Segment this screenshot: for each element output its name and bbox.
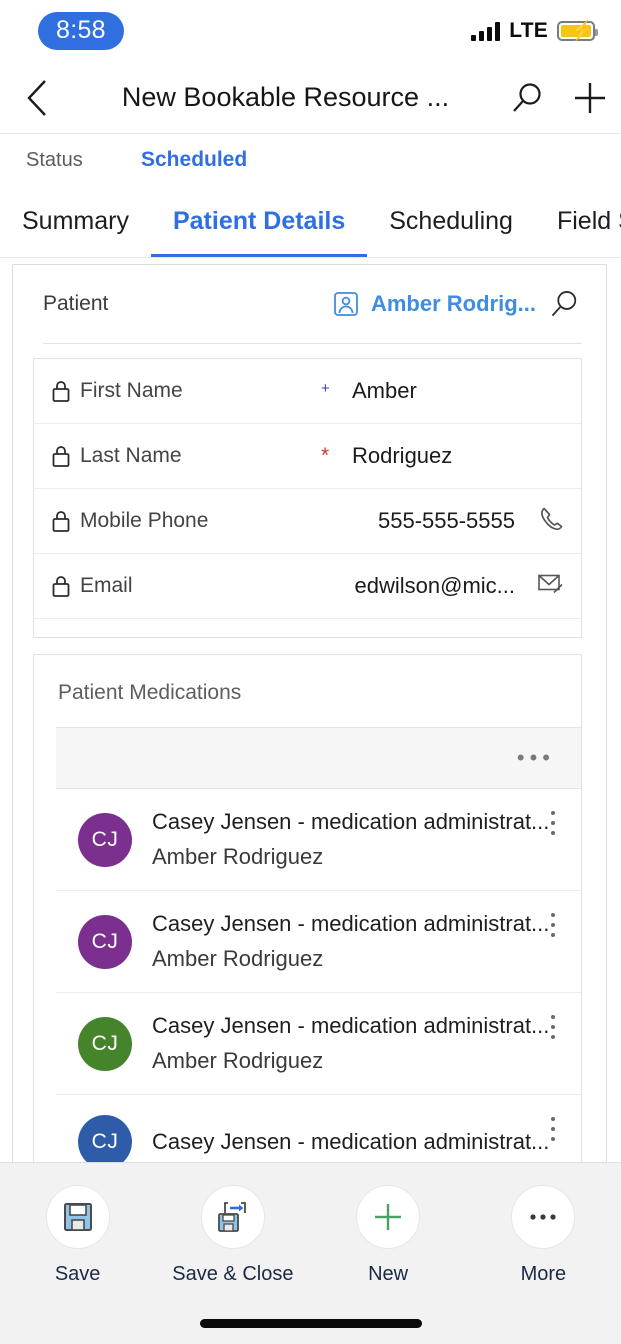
- list-item-secondary: Amber Rodriguez: [152, 1048, 549, 1074]
- form-scroll-area[interactable]: Patient Amber Rodrig...: [0, 258, 621, 1162]
- command-label: Save & Close: [172, 1263, 293, 1286]
- avatar: CJ: [78, 915, 132, 969]
- search-icon[interactable]: [548, 287, 582, 321]
- medications-toolbar[interactable]: •••: [56, 727, 581, 789]
- mobile-app-screen: 8:58 LTE ⚡ New Bookable Resource ...: [0, 0, 621, 1344]
- ellipsis-vertical-icon[interactable]: [551, 1015, 555, 1039]
- list-item[interactable]: CJ Casey Jensen - medication administrat…: [56, 1095, 581, 1162]
- network-type-label: LTE: [509, 19, 548, 43]
- field-label: First Name: [80, 379, 183, 403]
- list-item-secondary: Amber Rodriguez: [152, 946, 549, 972]
- field-mobile-phone[interactable]: Mobile Phone 555-555-5555: [34, 489, 581, 554]
- more-button[interactable]: More: [466, 1185, 621, 1286]
- page-title: New Bookable Resource ...: [74, 82, 497, 113]
- avatar-initials: CJ: [92, 828, 119, 852]
- lock-icon: [48, 574, 74, 598]
- patient-lookup-row[interactable]: Patient Amber Rodrig...: [13, 265, 606, 343]
- phone-icon[interactable]: [537, 505, 565, 538]
- patient-details-card: Patient Amber Rodrig...: [12, 264, 607, 1162]
- save-floppy-icon: [61, 1200, 95, 1234]
- avatar-initials: CJ: [92, 1032, 119, 1056]
- required-marker: *: [321, 444, 329, 468]
- avatar-initials: CJ: [92, 930, 119, 954]
- status-label: Status: [26, 149, 141, 172]
- ellipsis-vertical-icon[interactable]: [551, 1117, 555, 1141]
- field-value[interactable]: Rodriguez: [352, 443, 452, 469]
- save-and-close-icon: [215, 1200, 251, 1234]
- ellipsis-horizontal-icon: [526, 1211, 560, 1223]
- ellipsis-horizontal-icon[interactable]: •••: [517, 747, 555, 769]
- plus-icon: [570, 78, 610, 118]
- tab-summary[interactable]: Summary: [0, 186, 151, 258]
- field-label: Last Name: [80, 444, 182, 468]
- list-item-secondary: Amber Rodriguez: [152, 844, 549, 870]
- divider: [43, 343, 582, 344]
- field-label: Email: [80, 574, 133, 598]
- tab-patient-details[interactable]: Patient Details: [151, 186, 367, 258]
- add-button[interactable]: [559, 78, 621, 118]
- field-last-name[interactable]: Last Name * Rodriguez: [34, 424, 581, 489]
- field-first-name[interactable]: First Name + Amber: [34, 359, 581, 424]
- patient-medications-title: Patient Medications: [34, 655, 581, 727]
- tab-scheduling[interactable]: Scheduling: [367, 186, 535, 258]
- save-and-close-button[interactable]: Save & Close: [155, 1185, 310, 1286]
- save-button[interactable]: Save: [0, 1185, 155, 1286]
- command-label: New: [368, 1263, 408, 1286]
- lock-icon: [48, 509, 74, 533]
- plus-icon: [371, 1200, 405, 1234]
- avatar-initials: CJ: [92, 1130, 119, 1154]
- ellipsis-vertical-icon[interactable]: [551, 913, 555, 937]
- lock-icon: [48, 444, 74, 468]
- search-icon: [509, 79, 547, 117]
- battery-charging-icon: ⚡: [557, 21, 595, 41]
- status-badge[interactable]: Scheduled: [141, 148, 247, 172]
- tab-field-service[interactable]: Field S: [535, 186, 621, 258]
- patient-fields-group: First Name + Amber Last Name * Rodriguez: [33, 358, 582, 638]
- list-item-primary: Casey Jensen - medication administrat...: [152, 809, 549, 835]
- required-marker: +: [321, 380, 330, 397]
- status-bar: 8:58 LTE ⚡: [0, 0, 621, 62]
- patient-lookup-value[interactable]: Amber Rodrig...: [371, 291, 536, 317]
- back-button[interactable]: [0, 78, 74, 118]
- ellipsis-vertical-icon[interactable]: [551, 811, 555, 835]
- new-button[interactable]: New: [311, 1185, 466, 1286]
- chevron-left-icon: [24, 78, 50, 118]
- tab-strip[interactable]: Summary Patient Details Scheduling Field…: [0, 186, 621, 258]
- list-item-primary: Casey Jensen - medication administrat...: [152, 911, 549, 937]
- status-summary-row: Status Scheduled: [0, 134, 621, 186]
- patient-lookup-label: Patient: [43, 292, 108, 316]
- avatar: CJ: [78, 813, 132, 867]
- list-item-primary: Casey Jensen - medication administrat...: [152, 1013, 549, 1039]
- field-group-spacer: [34, 619, 581, 637]
- email-icon[interactable]: [537, 571, 565, 602]
- search-button[interactable]: [497, 79, 559, 117]
- command-bar: Save Save & Close: [0, 1162, 621, 1344]
- home-indicator: [200, 1319, 422, 1328]
- field-email[interactable]: Email edwilson@mic...: [34, 554, 581, 619]
- lock-icon: [48, 379, 74, 403]
- field-value[interactable]: edwilson@mic...: [355, 573, 516, 599]
- command-label: More: [521, 1263, 567, 1286]
- list-item[interactable]: CJ Casey Jensen - medication administrat…: [56, 993, 581, 1095]
- status-bar-time: 8:58: [38, 12, 124, 50]
- field-label: Mobile Phone: [80, 509, 208, 533]
- field-value[interactable]: 555-555-5555: [378, 508, 515, 534]
- command-label: Save: [55, 1263, 101, 1286]
- contact-card-icon: [333, 291, 359, 317]
- signal-bars-icon: [471, 21, 500, 41]
- list-item[interactable]: CJ Casey Jensen - medication administrat…: [56, 789, 581, 891]
- navigation-bar: New Bookable Resource ...: [0, 62, 621, 134]
- patient-medications-card: Patient Medications ••• CJ Casey Jensen …: [33, 654, 582, 1162]
- list-item-primary: Casey Jensen - medication administrat...: [152, 1129, 549, 1155]
- avatar: CJ: [78, 1115, 132, 1162]
- field-value[interactable]: Amber: [352, 378, 417, 404]
- status-bar-indicators: LTE ⚡: [471, 19, 595, 43]
- list-item[interactable]: CJ Casey Jensen - medication administrat…: [56, 891, 581, 993]
- avatar: CJ: [78, 1017, 132, 1071]
